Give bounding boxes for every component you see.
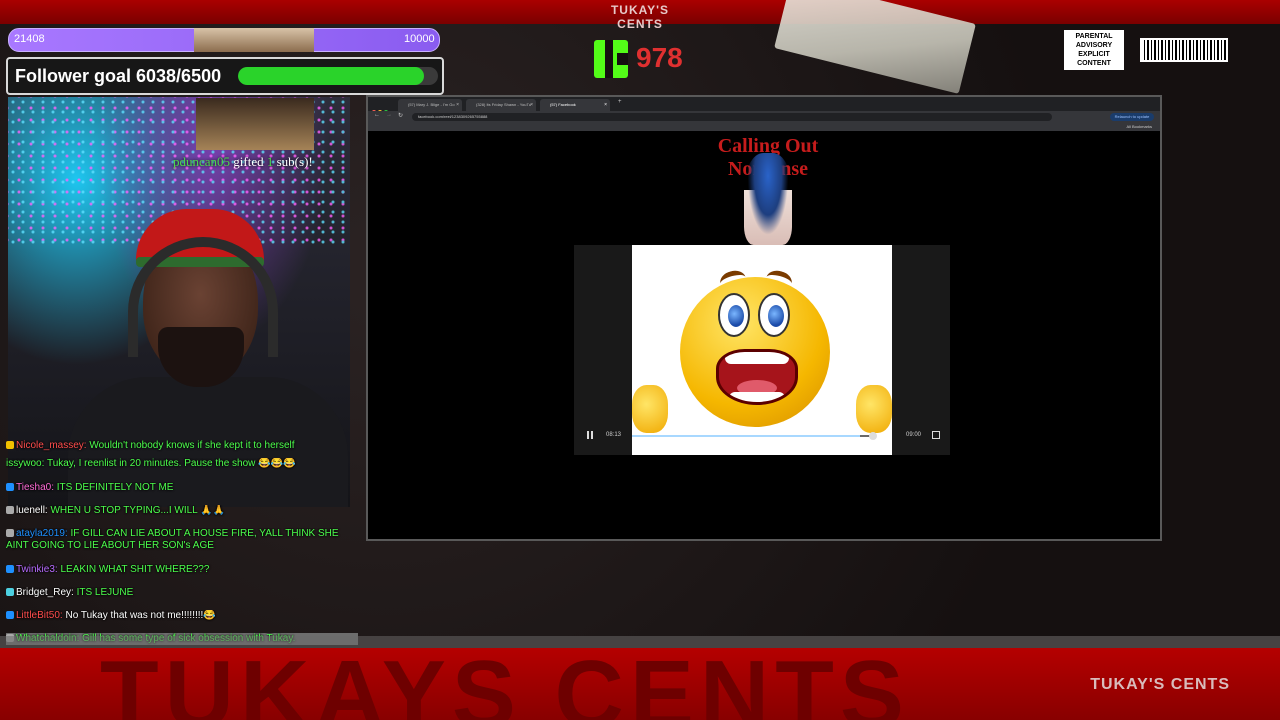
tab-label: (57) Mary J. Blige - I'm Go [408, 102, 455, 107]
chat-message: Bridget_Rey: ITS LEJUNE [6, 587, 358, 599]
close-icon[interactable]: × [456, 99, 459, 111]
follower-goal-track [238, 67, 438, 85]
video-seek-bar[interactable] [632, 435, 872, 437]
tab-label: (57) Facebook [550, 102, 576, 107]
sub-goal-thumbnail [194, 28, 314, 52]
chat-username[interactable]: LittleBit50: [16, 610, 65, 621]
reload-icon[interactable]: ↻ [398, 112, 403, 119]
chat-message: atayla2019: IF GILL CAN LIE ABOUT A HOUS… [6, 528, 358, 552]
bottom-banner-text: TUKAYS CENTS [100, 648, 910, 720]
forward-icon[interactable]: → [386, 112, 392, 118]
video-controls: 08:13 09:00 [574, 429, 950, 443]
browser-window: (57) Mary J. Blige - I'm Go × (328) Its F… [366, 95, 1162, 541]
chat-message: Twinkie3: LEAKIN WHAT SHIT WHERE??? [6, 564, 358, 576]
gift-alert-user: pduncan05 [173, 154, 231, 169]
kick-viewer-count: 978 [636, 42, 683, 73]
video-seek-fill [632, 435, 860, 437]
relaunch-button[interactable]: Relaunch to update [1110, 113, 1154, 121]
chat-text: WHEN U STOP TYPING...I WILL 🙏🙏 [50, 505, 226, 516]
video-current-time: 08:13 [606, 432, 622, 438]
chat-badge-icon [6, 565, 14, 573]
chat-text: Tukay, I reenlist in 20 minutes. Pause t… [46, 458, 296, 469]
parental-advisory-badge: PARENTAL ADVISORY EXPLICIT CONTENT [1064, 30, 1124, 70]
gift-alert-verb: gifted [233, 154, 264, 169]
video-frame [632, 245, 892, 455]
follower-goal-label: Follower goal 6038/6500 [15, 66, 222, 86]
tab-label: (328) Its Friday Shawn - YouTu [476, 102, 531, 107]
page-content: Calling Out Nonsense 08:13 [368, 131, 1160, 539]
bookmarks-bar: All Bookmarks [368, 123, 1160, 131]
chat-message: Nicole_massey: Wouldn't nobody knows if … [6, 440, 358, 452]
chat-message: issywoo: Tukay, I reenlist in 20 minutes… [6, 458, 358, 470]
close-icon[interactable]: × [604, 99, 607, 111]
chat-badge-icon [6, 441, 14, 449]
channel-avatar [744, 153, 792, 245]
chat-username[interactable]: atayla2019: [16, 528, 71, 539]
new-tab-icon[interactable]: + [618, 99, 622, 105]
chat-message: Tiesha0: ITS DEFINITELY NOT ME [6, 482, 358, 494]
address-bar-row: ← → ↻ facebook.com/reel/1238309265755888… [368, 111, 1160, 123]
kick-icon [594, 40, 628, 78]
channel-logo: Calling Out Nonsense [708, 135, 828, 247]
emoji-brow [763, 267, 795, 294]
gift-alert-thumbnail [196, 98, 314, 150]
back-icon[interactable]: ← [374, 112, 380, 118]
url-input[interactable]: facebook.com/reel/1238309265755888 [412, 113, 1052, 121]
tab-youtube[interactable]: (328) Its Friday Shawn - YouTu × [466, 99, 536, 111]
barcode-image [1140, 38, 1228, 62]
follower-goal-fill [238, 67, 424, 85]
chat-badge-icon [6, 611, 14, 619]
emoji-mouth [716, 349, 798, 405]
chat-text: No Tukay that was not me!!!!!!!!😂 [65, 610, 216, 621]
tab-bar: (57) Mary J. Blige - I'm Go × (328) Its F… [368, 97, 1160, 114]
chat-badge-icon [6, 483, 14, 491]
pause-icon[interactable] [586, 431, 594, 439]
video-player[interactable]: 08:13 09:00 [574, 245, 950, 455]
emoji-eye [718, 293, 750, 337]
chat-username[interactable]: Nicole_massey: [16, 440, 89, 451]
chat-username[interactable]: Twinkie3: [16, 564, 60, 575]
close-icon[interactable]: × [530, 99, 533, 111]
tab-facebook[interactable]: (57) Facebook × [540, 99, 610, 111]
bottom-banner: TUKAYS CENTS TUKAY'S CENTS [0, 648, 1280, 720]
chat-text: LEAKIN WHAT SHIT WHERE??? [60, 564, 210, 575]
top-logo: TUKAY'S CENTS [610, 3, 670, 31]
chat-username[interactable]: issywoo: [6, 458, 47, 469]
chat-message: luenell: WHEN U STOP TYPING...I WILL 🙏🙏 [6, 505, 358, 517]
divider-strip [0, 636, 1280, 648]
emoji-hand [856, 385, 892, 433]
emoji-eye [758, 293, 790, 337]
sub-goal-right-value: 10000 [404, 33, 435, 45]
sub-goal-left-value: 21408 [14, 33, 45, 45]
chat-message: LittleBit50: No Tukay that was not me!!!… [6, 610, 358, 622]
gift-alert-count: 1 [266, 154, 274, 169]
tab-mary-j-blige[interactable]: (57) Mary J. Blige - I'm Go × [398, 99, 462, 111]
gift-alert: pduncan05 gifted 1 sub(s)! [173, 154, 313, 170]
gift-alert-suffix: sub(s)! [276, 154, 313, 169]
chat-username[interactable]: Tiesha0: [16, 482, 57, 493]
video-total-time: 09:00 [906, 432, 922, 438]
chat-username[interactable]: luenell: [16, 505, 50, 516]
chat-text: Wouldn't nobody knows if she kept it to … [89, 440, 295, 451]
chat-text: ITS DEFINITELY NOT ME [56, 482, 174, 493]
emoji-brow [717, 267, 749, 294]
all-bookmarks-link[interactable]: All Bookmarks [1126, 123, 1152, 131]
video-seek-knob[interactable] [869, 432, 877, 440]
bottom-logo: TUKAY'S CENTS [1090, 676, 1230, 693]
fullscreen-icon[interactable] [932, 431, 940, 439]
chat-username[interactable]: Bridget_Rey: [16, 587, 77, 598]
chat-badge-icon [6, 529, 14, 537]
screaming-emoji-image [680, 267, 830, 427]
chat-text: ITS LEJUNE [76, 587, 134, 598]
emoji-hand [632, 385, 668, 433]
chat-badge-icon [6, 506, 14, 514]
chat-badge-icon [6, 588, 14, 596]
